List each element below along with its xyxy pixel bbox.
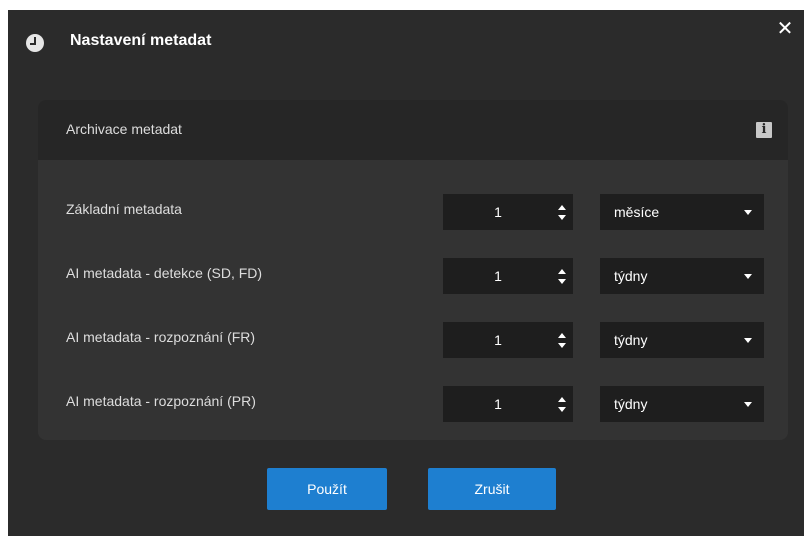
cancel-button[interactable]: Zrušit <box>428 468 556 510</box>
dropdown-arrow-icon <box>744 338 752 343</box>
decrement-arrow-icon[interactable] <box>558 343 566 348</box>
apply-button[interactable]: Použít <box>267 468 387 510</box>
row-label: Základní metadata <box>66 201 182 217</box>
decrement-arrow-icon[interactable] <box>558 215 566 220</box>
metadata-archive-panel: Archivace metadat i Základní metadata 1 … <box>38 100 788 440</box>
panel-title: Archivace metadat <box>66 121 182 137</box>
settings-row-basic-metadata: Základní metadata 1 měsíce <box>38 190 788 230</box>
retention-unit-value: týdny <box>614 332 648 348</box>
settings-row-ai-recognition-fr: AI metadata - rozpoznání (FR) 1 týdny <box>38 318 788 358</box>
increment-arrow-icon[interactable] <box>558 269 566 274</box>
row-label: AI metadata - detekce (SD, FD) <box>66 265 263 281</box>
panel-header: Archivace metadat i <box>38 100 788 160</box>
retention-unit-select[interactable]: týdny <box>600 258 764 294</box>
retention-count-stepper[interactable]: 1 <box>443 194 573 230</box>
settings-row-ai-recognition-pr: AI metadata - rozpoznání (PR) 1 týdny <box>38 382 788 422</box>
metadata-settings-dialog: Nastavení metadat ✕ Archivace metadat i … <box>8 10 804 536</box>
retention-count-value[interactable]: 1 <box>443 258 553 294</box>
dropdown-arrow-icon <box>744 274 752 279</box>
close-button[interactable]: ✕ <box>774 18 796 40</box>
increment-arrow-icon[interactable] <box>558 333 566 338</box>
retention-count-value[interactable]: 1 <box>443 194 553 230</box>
retention-count-value[interactable]: 1 <box>443 322 553 358</box>
clock-icon <box>26 34 44 52</box>
retention-unit-value: týdny <box>614 396 648 412</box>
dropdown-arrow-icon <box>744 402 752 407</box>
increment-arrow-icon[interactable] <box>558 397 566 402</box>
retention-count-stepper[interactable]: 1 <box>443 322 573 358</box>
row-label: AI metadata - rozpoznání (FR) <box>66 329 256 345</box>
retention-unit-value: týdny <box>614 268 648 284</box>
row-label: AI metadata - rozpoznání (PR) <box>66 393 256 409</box>
decrement-arrow-icon[interactable] <box>558 407 566 412</box>
retention-unit-value: měsíce <box>614 204 660 220</box>
retention-unit-select[interactable]: týdny <box>600 322 764 358</box>
decrement-arrow-icon[interactable] <box>558 279 566 284</box>
retention-unit-select[interactable]: týdny <box>600 386 764 422</box>
info-icon[interactable]: i <box>756 122 772 138</box>
increment-arrow-icon[interactable] <box>558 205 566 210</box>
retention-count-value[interactable]: 1 <box>443 386 553 422</box>
retention-count-stepper[interactable]: 1 <box>443 258 573 294</box>
dropdown-arrow-icon <box>744 210 752 215</box>
dialog-title: Nastavení metadat <box>70 32 212 49</box>
retention-count-stepper[interactable]: 1 <box>443 386 573 422</box>
settings-row-ai-detection: AI metadata - detekce (SD, FD) 1 týdny <box>38 254 788 294</box>
retention-unit-select[interactable]: měsíce <box>600 194 764 230</box>
dialog-titlebar: Nastavení metadat ✕ <box>8 10 804 74</box>
